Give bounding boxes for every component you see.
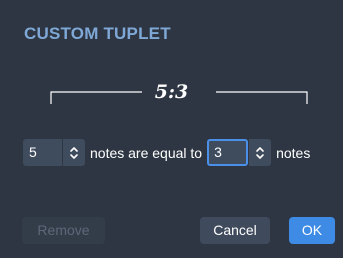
equality-text: notes are equal to (90, 144, 203, 161)
actual-notes-stepper[interactable]: 5 (23, 138, 85, 167)
remove-button[interactable]: Remove (22, 217, 105, 244)
normal-notes-field[interactable]: 3 (207, 139, 249, 166)
chevron-up-down-icon[interactable] (255, 145, 265, 161)
ok-button[interactable]: OK (289, 217, 335, 244)
tuplet-ratio-row: 5 notes are equal to 3 notes (23, 138, 315, 167)
tuplet-ratio-label: 5:3 (154, 81, 189, 103)
normal-notes-stepper-arrows[interactable] (249, 139, 272, 166)
custom-tuplet-dialog: CUSTOM TUPLET 5:3 5 notes are equal to 3 (0, 0, 343, 258)
actual-notes-field[interactable]: 5 (23, 139, 62, 166)
notes-text: notes (276, 144, 311, 161)
actual-notes-stepper-arrows[interactable] (63, 139, 85, 166)
normal-notes-stepper[interactable]: 3 (207, 138, 272, 167)
cancel-button[interactable]: Cancel (200, 217, 270, 244)
dialog-title: CUSTOM TUPLET (24, 24, 171, 43)
chevron-up-down-icon[interactable] (69, 145, 79, 161)
